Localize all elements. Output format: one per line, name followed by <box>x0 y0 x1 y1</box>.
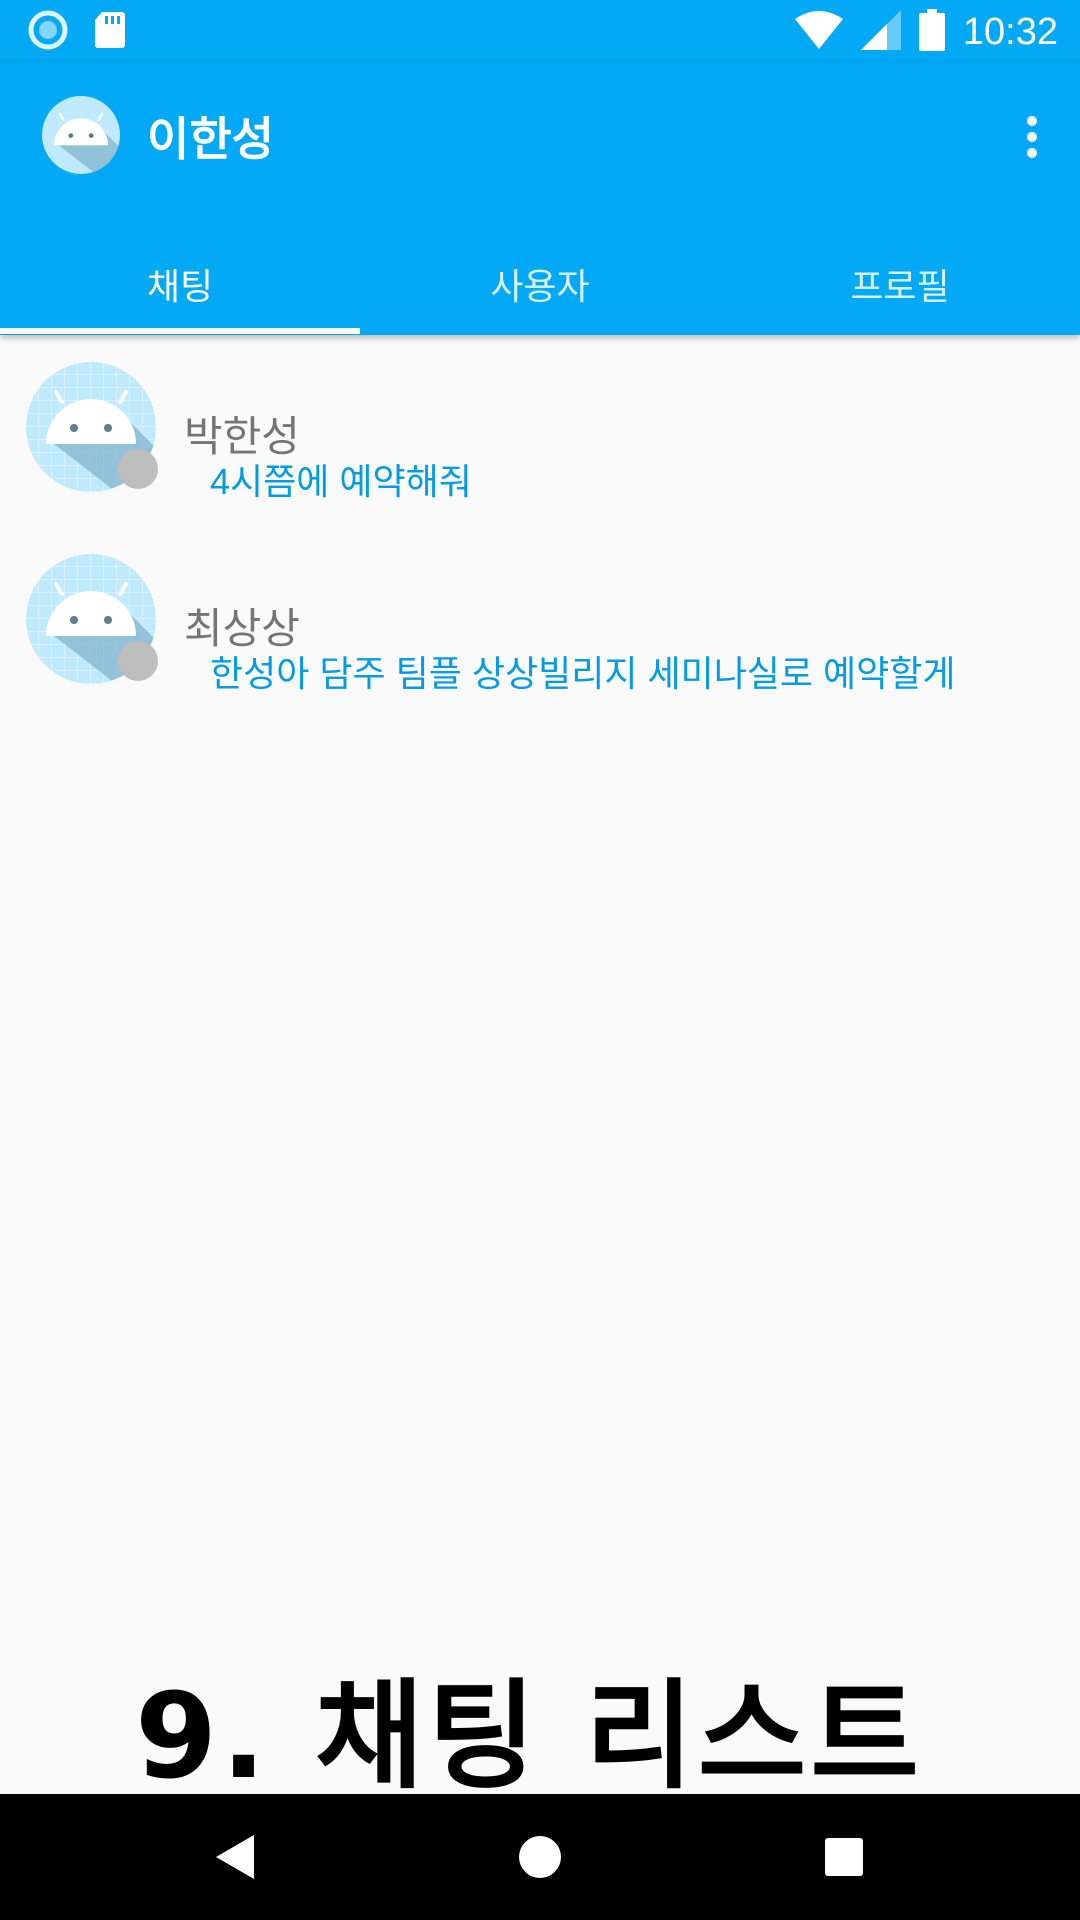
online-status-dot <box>118 641 158 681</box>
tab-profile[interactable]: 프로필 <box>720 233 1080 335</box>
caption-text: 9. 채팅 리스트 <box>135 1667 923 1805</box>
chat-list: 박한성 4시쯤에 예약해줘 최상상 한성아 담주 팀플 상상빌리지 세미나실로 … <box>0 335 1080 719</box>
home-icon <box>519 1836 561 1878</box>
recents-button[interactable] <box>811 1824 877 1890</box>
recents-icon <box>825 1838 863 1876</box>
clock: 10:32 <box>962 10 1058 53</box>
status-bar: 10:32 <box>0 0 1080 63</box>
profile-avatar[interactable] <box>42 96 120 174</box>
navigation-bar <box>0 1794 1080 1920</box>
tab-users[interactable]: 사용자 <box>360 233 720 335</box>
chat-last-message: 4시쯤에 예약해줘 <box>210 461 472 502</box>
sd-card-icon <box>94 10 126 54</box>
wifi-icon <box>794 11 843 53</box>
chat-last-message: 한성아 담주 팀플 상상빌리지 세미나실로 예약할게 <box>210 653 956 694</box>
more-vert-icon <box>1027 116 1037 158</box>
battery-icon <box>918 9 945 55</box>
tab-chat[interactable]: 채팅 <box>0 233 360 335</box>
back-icon <box>216 1835 254 1879</box>
signal-icon <box>860 10 901 54</box>
app-title: 이한성 <box>147 113 274 165</box>
record-icon <box>28 10 68 54</box>
tab-indicator <box>0 328 360 334</box>
chat-list-item[interactable]: 최상상 한성아 담주 팀플 상상빌리지 세미나실로 예약할게 <box>0 527 1080 719</box>
home-button[interactable] <box>507 1824 573 1890</box>
back-button[interactable] <box>203 1824 269 1890</box>
more-options-button[interactable] <box>1014 113 1050 161</box>
tab-bar: 채팅 사용자 프로필 <box>0 233 1080 335</box>
online-status-dot <box>118 449 158 489</box>
app-bar: 이한성 채팅 사용자 프로필 <box>0 63 1080 335</box>
chat-list-item[interactable]: 박한성 4시쯤에 예약해줘 <box>0 335 1080 527</box>
android-icon <box>54 112 120 174</box>
